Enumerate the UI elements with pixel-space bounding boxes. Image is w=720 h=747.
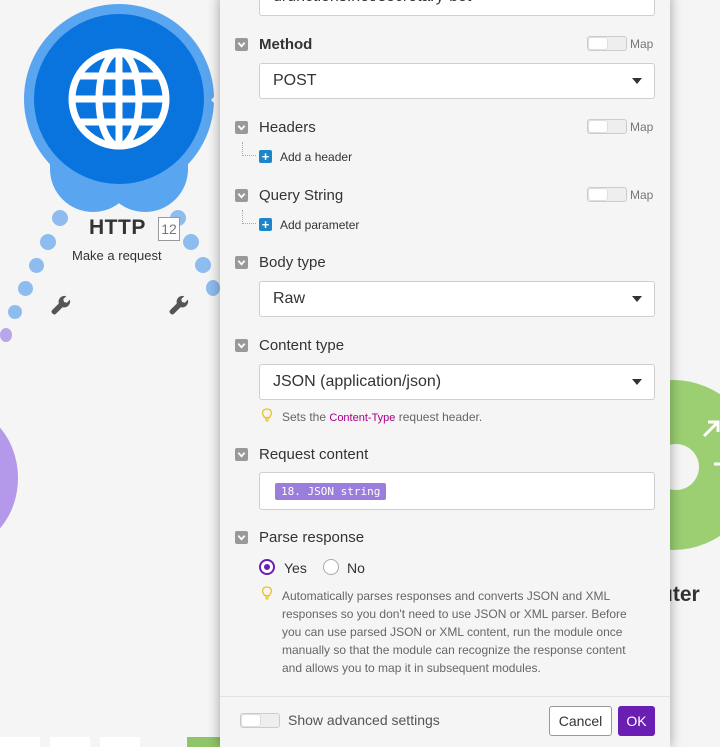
wrench-icon[interactable] xyxy=(168,294,190,316)
globe-icon xyxy=(68,48,170,150)
content-type-select[interactable]: JSON (application/json) xyxy=(259,364,655,400)
headers-map-label: Map xyxy=(630,120,654,134)
advanced-settings-toggle[interactable] xyxy=(240,713,280,728)
chevron-down-icon xyxy=(632,78,642,84)
query-string-map-toggle[interactable] xyxy=(587,187,627,202)
parse-response-no-radio[interactable] xyxy=(323,559,339,575)
chevron-down-icon xyxy=(632,296,642,302)
http-module-subtitle: Make a request xyxy=(72,248,162,263)
parse-response-no-label[interactable]: No xyxy=(347,560,365,576)
chevron-down-icon xyxy=(237,193,246,199)
json-module-partial[interactable] xyxy=(0,408,18,548)
tree-connector xyxy=(242,210,256,224)
url-input-value: drunctions.net/secretary-bot xyxy=(273,0,471,14)
headers-map-toggle[interactable] xyxy=(587,119,627,134)
body-type-collapse-checkbox[interactable] xyxy=(235,256,248,269)
parse-response-yes-radio[interactable] xyxy=(259,559,275,575)
headers-label: Headers xyxy=(259,119,316,136)
method-collapse-checkbox[interactable] xyxy=(235,38,248,51)
chevron-down-icon xyxy=(237,535,246,541)
chevron-down-icon xyxy=(237,343,246,349)
method-select-value: POST xyxy=(273,72,317,89)
request-content-input[interactable]: 18. JSON string xyxy=(259,472,655,510)
advanced-settings-label[interactable]: Show advanced settings xyxy=(288,712,440,728)
plus-icon[interactable]: + xyxy=(259,150,272,163)
method-map-label: Map xyxy=(630,37,654,51)
query-string-collapse-checkbox[interactable] xyxy=(235,189,248,202)
plus-icon[interactable]: + xyxy=(259,218,272,231)
body-type-select[interactable]: Raw xyxy=(259,281,655,317)
mapped-variable-pill[interactable]: 18. JSON string xyxy=(275,483,387,500)
url-input[interactable]: drunctions.net/secretary-bot xyxy=(259,0,655,16)
request-content-label: Request content xyxy=(259,446,369,463)
add-header-link[interactable]: Add a header xyxy=(280,150,352,164)
chevron-down-icon xyxy=(237,452,246,458)
chevron-down-icon xyxy=(237,42,246,48)
method-map-toggle[interactable] xyxy=(587,36,627,51)
query-string-map-label: Map xyxy=(630,188,654,202)
content-type-hint: Sets the Content-Type request header. xyxy=(282,410,483,424)
http-settings-panel: drunctions.net/secretary-bot Method Map … xyxy=(220,0,670,747)
parse-response-label: Parse response xyxy=(259,529,365,546)
ok-button[interactable]: OK xyxy=(618,706,655,736)
http-module-title: HTTP xyxy=(89,216,146,239)
lightbulb-icon xyxy=(261,586,273,600)
tree-connector xyxy=(242,142,256,156)
content-type-select-value: JSON (application/json) xyxy=(273,373,442,390)
panel-footer: Show advanced settings Cancel OK xyxy=(220,696,670,747)
method-label: Method xyxy=(259,36,313,53)
lightbulb-icon xyxy=(261,408,273,422)
request-content-collapse-checkbox[interactable] xyxy=(235,448,248,461)
content-type-label: Content type xyxy=(259,337,345,354)
body-type-select-value: Raw xyxy=(273,290,306,307)
chevron-down-icon xyxy=(237,125,246,131)
chevron-down-icon xyxy=(632,379,642,385)
parse-response-hint: Automatically parses responses and conve… xyxy=(282,589,627,675)
cancel-button[interactable]: Cancel xyxy=(549,706,612,736)
http-module-badge: 12 xyxy=(158,217,180,241)
content-type-code: Content-Type xyxy=(329,412,396,424)
method-select[interactable]: POST xyxy=(259,63,655,99)
parse-response-collapse-checkbox[interactable] xyxy=(235,531,248,544)
add-parameter-link[interactable]: Add parameter xyxy=(280,218,359,232)
content-type-collapse-checkbox[interactable] xyxy=(235,339,248,352)
http-module-circle[interactable] xyxy=(34,14,204,184)
router-arrow-icon xyxy=(702,420,720,466)
headers-collapse-checkbox[interactable] xyxy=(235,121,248,134)
parse-response-yes-label[interactable]: Yes xyxy=(284,560,307,576)
wrench-icon[interactable] xyxy=(50,294,72,316)
body-type-label: Body type xyxy=(259,254,326,271)
query-string-label: Query String xyxy=(259,187,344,204)
chevron-down-icon xyxy=(237,260,246,266)
